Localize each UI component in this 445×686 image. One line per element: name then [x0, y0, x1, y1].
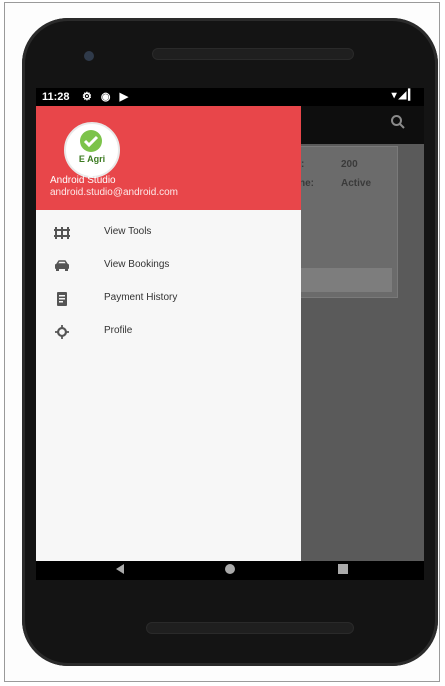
- receipt-icon: [54, 292, 70, 306]
- app-logo: E Agri: [64, 122, 120, 178]
- navigation-drawer: E Agri Android Studio android.studio@and…: [36, 106, 301, 579]
- logo-text: E Agri: [78, 154, 106, 164]
- menu-item-profile[interactable]: Profile: [36, 317, 301, 347]
- user-email: android.studio@android.com: [50, 187, 179, 198]
- bottom-speaker: [146, 622, 354, 634]
- card-row1-value: 200: [341, 159, 358, 170]
- menu-label: View Bookings: [104, 259, 170, 270]
- recents-square-icon[interactable]: [338, 564, 348, 574]
- status-signal-battery-icons: ▾◢▎: [391, 90, 418, 101]
- back-triangle-icon[interactable]: [116, 564, 124, 574]
- system-nav-bar: [36, 561, 424, 580]
- card-row1-label: :: [301, 159, 305, 170]
- front-camera: [84, 51, 94, 61]
- top-speaker: [152, 48, 354, 60]
- device-screen: 11:28 ⚙ ◉ ▶ ▾◢▎ : 200 ne: Active E Agri …: [36, 88, 424, 580]
- card-row2-label: ne:: [299, 178, 314, 189]
- user-name: Android Studio: [50, 175, 116, 186]
- status-notification-icons: ⚙ ◉ ▶: [82, 91, 132, 103]
- gear-icon: [54, 325, 70, 339]
- background-card-button: [296, 268, 392, 292]
- menu-label: View Tools: [104, 226, 152, 237]
- menu-item-view-tools[interactable]: View Tools: [36, 218, 301, 248]
- tools-grid-icon: [54, 226, 70, 240]
- car-icon: [54, 259, 70, 273]
- status-bar: 11:28 ⚙ ◉ ▶ ▾◢▎: [36, 88, 424, 106]
- menu-item-payment-history[interactable]: Payment History: [36, 284, 301, 314]
- card-row2-value: Active: [341, 178, 372, 189]
- menu-label: Profile: [104, 325, 133, 336]
- status-time: 11:28: [42, 91, 70, 103]
- menu-label: Payment History: [104, 292, 178, 303]
- app-content-scrim[interactable]: : 200 ne: Active E Agri Android Studio a…: [36, 106, 424, 579]
- home-circle-icon[interactable]: [225, 564, 235, 574]
- menu-item-view-bookings[interactable]: View Bookings: [36, 251, 301, 281]
- search-icon[interactable]: [390, 114, 406, 130]
- drawer-header: E Agri Android Studio android.studio@and…: [36, 106, 301, 210]
- check-icon: [80, 130, 102, 152]
- phone-device: 11:28 ⚙ ◉ ▶ ▾◢▎ : 200 ne: Active E Agri …: [22, 18, 438, 666]
